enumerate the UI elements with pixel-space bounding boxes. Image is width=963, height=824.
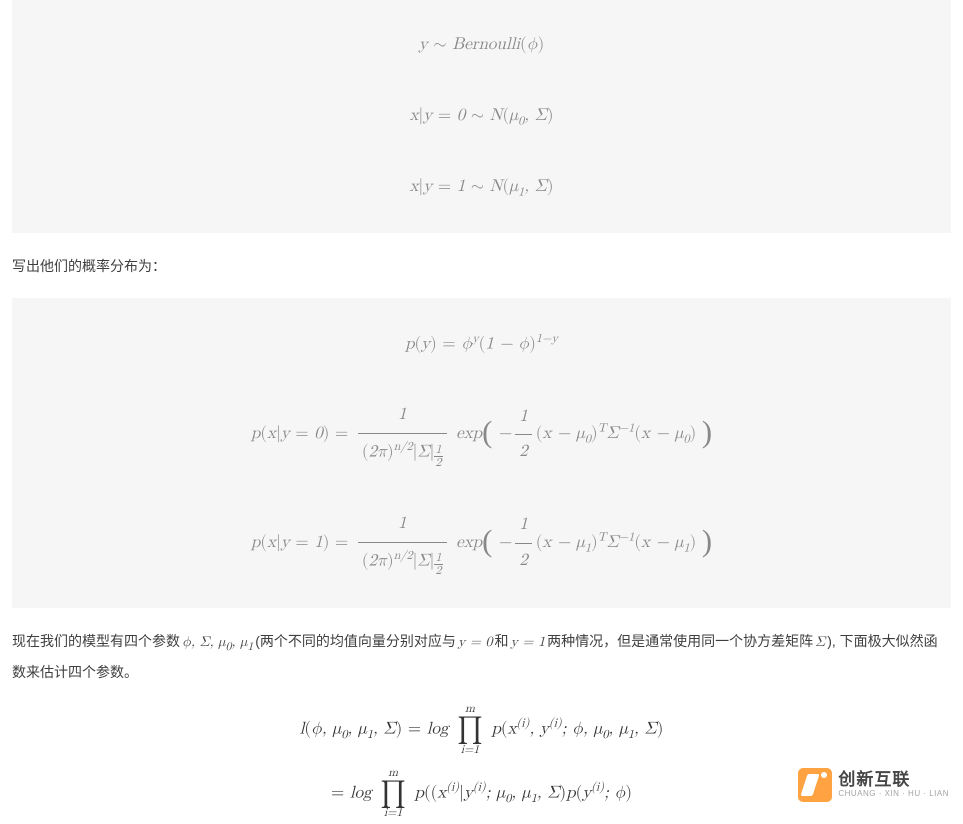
- logo-icon: [798, 768, 832, 802]
- text-mid2: 和: [495, 633, 509, 649]
- text-mid1: (两个不同的均值向量分别对应与: [255, 633, 456, 649]
- math-y0: y = 0: [456, 635, 495, 649]
- paragraph-model-params: 现在我们的模型有四个参数ϕ, Σ, μ0, μ1(两个不同的均值向量分别对应与y…: [12, 628, 951, 686]
- equation-normal-y1: x|y = 1 ∼ N(μ1, Σ): [32, 172, 931, 203]
- paragraph-write-distributions: 写出他们的概率分布为：: [12, 253, 951, 280]
- equation-bernoulli: y ∼ Bernoulli(ϕ): [32, 30, 931, 61]
- text-mid3: 两种情况，但是通常使用同一个协方差矩阵: [547, 633, 813, 649]
- math-block-assumptions: y ∼ Bernoulli(ϕ) x|y = 0 ∼ N(μ0, Σ) x|y …: [12, 0, 951, 233]
- equation-likelihood-line1: l(ϕ, μ0, μ1, Σ) = log m∏i=1 p(x(i), y(i)…: [0, 703, 963, 756]
- math-y1: y = 1: [509, 635, 548, 649]
- equation-p-y: p(y) = ϕy(1 − ϕ)1−y: [32, 328, 931, 360]
- equation-normal-y0: x|y = 0 ∼ N(μ0, Σ): [32, 101, 931, 132]
- watermark-logo: 创新互联 CHUANG · XIN · HU · LIAN: [798, 768, 949, 802]
- text-pre: 现在我们的模型有四个参数: [12, 633, 180, 649]
- watermark-text-cn: 创新互联: [838, 771, 949, 790]
- equation-p-x-given-y1: p(x|y = 1) = 1 (2π)n/2|Σ|12 exp( −12(x −…: [32, 509, 931, 578]
- equation-p-x-given-y0: p(x|y = 0) = 1 (2π)n/2|Σ|12 exp( −12(x −…: [32, 400, 931, 469]
- math-params: ϕ, Σ, μ0, μ1: [180, 635, 255, 649]
- math-block-distributions: p(y) = ϕy(1 − ϕ)1−y p(x|y = 0) = 1 (2π)n…: [12, 298, 951, 608]
- math-sigma: Σ: [813, 635, 827, 649]
- watermark-text-en: CHUANG · XIN · HU · LIAN: [838, 790, 949, 799]
